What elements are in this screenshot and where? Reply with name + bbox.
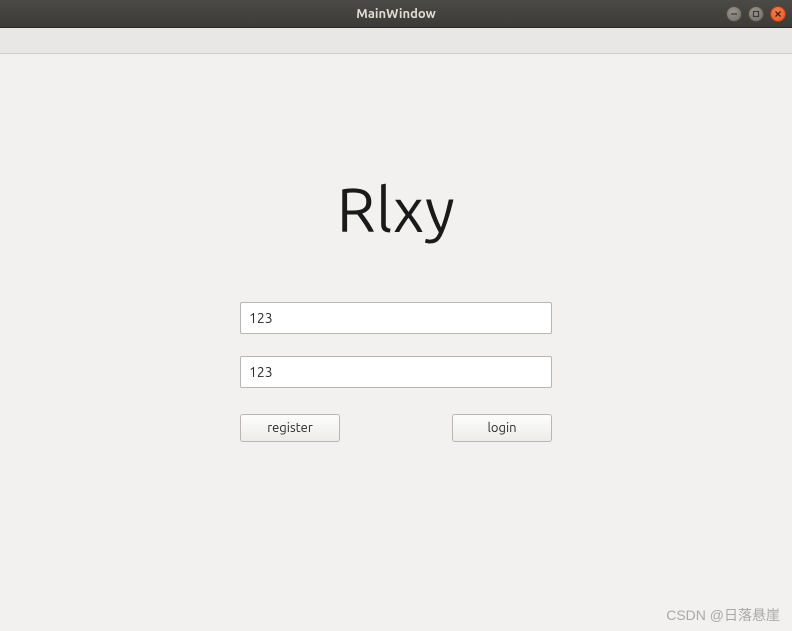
register-button[interactable]: register [240, 414, 340, 442]
window-titlebar: MainWindow [0, 0, 792, 28]
window-controls [726, 6, 786, 22]
button-row: register login [240, 414, 552, 442]
menubar [0, 28, 792, 54]
login-form: register login [240, 302, 552, 442]
username-field[interactable] [240, 302, 552, 334]
window-title: MainWindow [356, 7, 436, 21]
app-logo-title: Rlxy [0, 174, 792, 244]
minimize-icon[interactable] [726, 6, 742, 22]
login-button[interactable]: login [452, 414, 552, 442]
content-area: Rlxy register login [0, 54, 792, 631]
close-icon[interactable] [770, 6, 786, 22]
watermark: CSDN @日落悬崖 [666, 605, 780, 625]
maximize-icon[interactable] [748, 6, 764, 22]
password-field[interactable] [240, 356, 552, 388]
